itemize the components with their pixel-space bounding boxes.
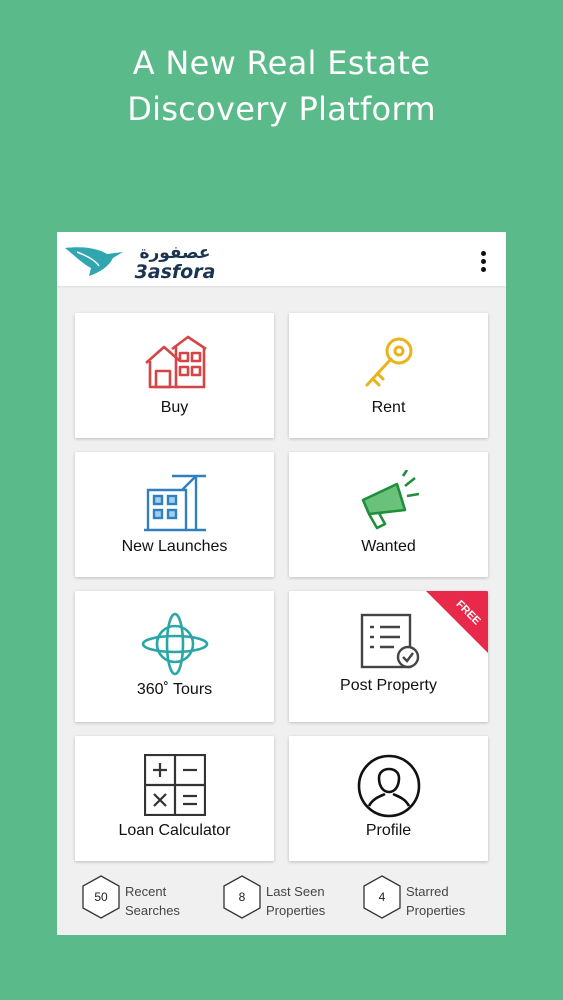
tile-rent-label: Rent	[371, 399, 406, 416]
tile-buy[interactable]: Buy	[75, 313, 274, 438]
calculator-icon	[143, 754, 206, 816]
stat-label-line1: Recent	[125, 884, 167, 899]
tile-buy-label: Buy	[160, 399, 189, 416]
app-bar: عصفورة 3asfora	[57, 232, 506, 286]
stat-starred-properties[interactable]: 4 Starred Properties	[362, 874, 492, 920]
user-circle-icon	[357, 754, 420, 818]
tile-rent[interactable]: Rent	[289, 313, 488, 438]
promo-line-2: Discovery Platform	[127, 90, 436, 128]
tile-loan-calculator-label: Loan Calculator	[118, 822, 231, 839]
stat-recent-searches[interactable]: 50 Recent Searches	[81, 874, 211, 920]
globe-360-icon	[141, 612, 208, 676]
tile-wanted-label: Wanted	[361, 538, 416, 555]
stat-label: Starred Properties	[406, 882, 486, 920]
tile-post-property-label: Post Property	[340, 677, 437, 694]
document-check-icon	[360, 613, 419, 669]
stat-label-line2: Properties	[406, 903, 466, 918]
stat-count: 8	[238, 890, 246, 904]
logo-latin-text: 3asfora	[135, 261, 216, 282]
tile-360-tours-label: 360˚ Tours	[136, 681, 213, 698]
tile-profile-label: Profile	[365, 822, 412, 839]
logo-arabic-text: عصفورة	[139, 243, 210, 263]
app-screen: عصفورة 3asfora Buy Rent New Launches Wan…	[57, 232, 506, 935]
stat-label-line2: Properties	[266, 903, 326, 918]
stat-label-line1: Last Seen	[266, 884, 325, 899]
tile-360-tours[interactable]: 360˚ Tours	[75, 591, 274, 722]
tile-profile[interactable]: Profile	[289, 736, 488, 861]
stat-label-line2: Searches	[125, 903, 180, 918]
overflow-menu-icon[interactable]	[478, 251, 488, 279]
building-crane-icon	[143, 474, 206, 532]
promo-headline: A New Real Estate Discovery Platform	[0, 40, 563, 132]
megaphone-icon	[361, 470, 419, 530]
stats-bar: 50 Recent Searches 8 Last Seen Propertie…	[57, 862, 506, 935]
stat-count: 50	[94, 890, 108, 904]
tile-new-launches-label: New Launches	[121, 538, 228, 555]
app-logo: عصفورة 3asfora	[65, 243, 216, 282]
tile-wanted[interactable]: Wanted	[289, 452, 488, 577]
free-badge: FREE	[426, 591, 488, 653]
stat-label: Last Seen Properties	[266, 882, 346, 920]
tile-loan-calculator[interactable]: Loan Calculator	[75, 736, 274, 861]
house-icon	[144, 335, 207, 389]
key-icon	[365, 337, 412, 387]
tile-new-launches[interactable]: New Launches	[75, 452, 274, 577]
stat-count: 4	[378, 890, 386, 904]
stat-last-seen-properties[interactable]: 8 Last Seen Properties	[222, 874, 352, 920]
tile-post-property[interactable]: Post Property FREE	[289, 591, 488, 722]
stat-label-line1: Starred	[406, 884, 449, 899]
promo-line-1: A New Real Estate	[132, 44, 431, 82]
stat-label: Recent Searches	[125, 882, 205, 920]
